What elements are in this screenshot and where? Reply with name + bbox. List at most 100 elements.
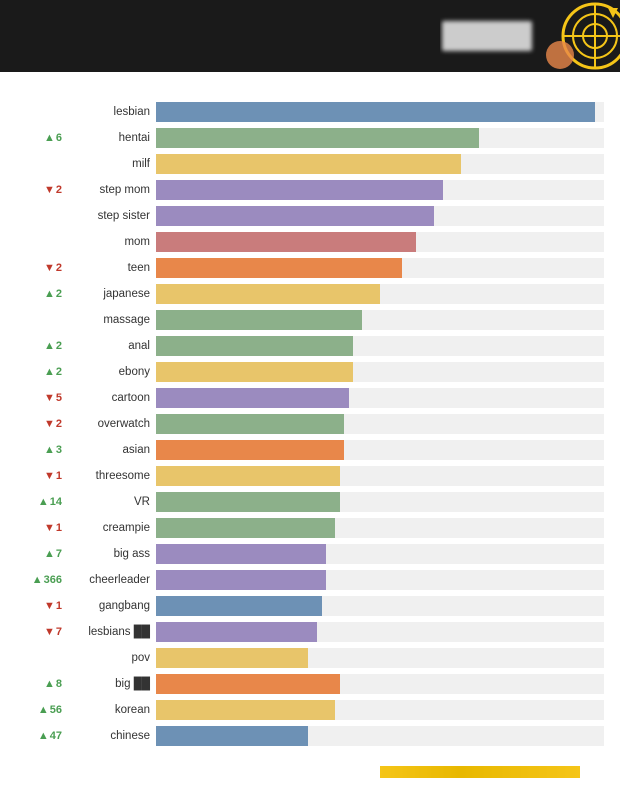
bar-row: korean [66, 698, 604, 722]
rank-number: 47 [50, 730, 62, 742]
bar-label: japanese [66, 288, 156, 300]
rank-number: 6 [56, 132, 62, 144]
rank-item: 2 [18, 412, 66, 436]
bar-container [156, 180, 604, 200]
bar-row: milf [66, 152, 604, 176]
bar-label: lesbians ██ [66, 626, 156, 638]
header-right [440, 0, 620, 72]
bar-fill [156, 700, 335, 720]
rank-number: 1 [56, 522, 62, 534]
bar-row: asian [66, 438, 604, 462]
chart-area: 622222523114173661785647 lesbianhentaimi… [0, 100, 620, 766]
up-arrow-icon [44, 340, 56, 352]
bar-container [156, 206, 604, 226]
bar-label: step sister [66, 210, 156, 222]
up-arrow-icon [44, 444, 56, 456]
rank-item [18, 646, 66, 670]
up-arrow-icon [44, 678, 56, 690]
bar-label: pov [66, 652, 156, 664]
up-arrow-icon [38, 704, 50, 716]
bar-label: big ass [66, 548, 156, 560]
bar-fill [156, 102, 595, 122]
bar-fill [156, 128, 479, 148]
title-section [0, 72, 620, 100]
bar-fill [156, 362, 353, 382]
bar-row: mom [66, 230, 604, 254]
bar-fill [156, 518, 335, 538]
bar-row: chinese [66, 724, 604, 748]
rank-item: 2 [18, 256, 66, 280]
bar-fill [156, 414, 344, 434]
bar-row: threesome [66, 464, 604, 488]
bar-container [156, 102, 604, 122]
bar-container [156, 362, 604, 382]
rank-item: 2 [18, 178, 66, 202]
rank-number: 1 [56, 600, 62, 612]
bar-row: big ass [66, 542, 604, 566]
rank-item [18, 204, 66, 228]
bar-row: creampie [66, 516, 604, 540]
bar-row: massage [66, 308, 604, 332]
rank-item: 2 [18, 282, 66, 306]
bar-fill [156, 180, 443, 200]
header-blur-box [442, 21, 532, 51]
bar-fill [156, 154, 461, 174]
bar-label: cartoon [66, 392, 156, 404]
down-arrow-icon [44, 262, 56, 274]
bar-label: teen [66, 262, 156, 274]
rank-item: 56 [18, 698, 66, 722]
rank-number: 56 [50, 704, 62, 716]
bar-fill [156, 596, 322, 616]
down-arrow-icon [44, 470, 56, 482]
up-arrow-icon [44, 288, 56, 300]
bar-container [156, 674, 604, 694]
rank-number: 2 [56, 340, 62, 352]
bar-container [156, 154, 604, 174]
rank-number: 2 [56, 288, 62, 300]
bar-label: creampie [66, 522, 156, 534]
rank-item: 1 [18, 516, 66, 540]
bar-fill [156, 440, 344, 460]
bar-container [156, 440, 604, 460]
bar-row: japanese [66, 282, 604, 306]
down-arrow-icon [44, 600, 56, 612]
rank-number: 2 [56, 184, 62, 196]
up-arrow-icon [38, 730, 50, 742]
bar-label: step mom [66, 184, 156, 196]
bar-row: ebony [66, 360, 604, 384]
bar-label: overwatch [66, 418, 156, 430]
rank-item: 1 [18, 594, 66, 618]
bar-fill [156, 388, 349, 408]
rank-number: 2 [56, 262, 62, 274]
bar-fill [156, 466, 340, 486]
bar-fill [156, 284, 380, 304]
bar-fill [156, 258, 402, 278]
bar-row: cheerleader [66, 568, 604, 592]
bar-fill [156, 570, 326, 590]
up-arrow-icon [38, 496, 50, 508]
bar-row: step mom [66, 178, 604, 202]
bar-row: VR [66, 490, 604, 514]
rank-item [18, 152, 66, 176]
rank-item: 7 [18, 620, 66, 644]
bar-fill [156, 622, 317, 642]
rank-number: 2 [56, 418, 62, 430]
bar-row: overwatch [66, 412, 604, 436]
bar-container [156, 258, 604, 278]
bar-label: VR [66, 496, 156, 508]
bar-container [156, 492, 604, 512]
rank-number: 1 [56, 470, 62, 482]
bar-fill [156, 206, 434, 226]
bar-row: cartoon [66, 386, 604, 410]
rank-item [18, 308, 66, 332]
rank-item: 6 [18, 126, 66, 150]
rank-number: 2 [56, 366, 62, 378]
rank-column: 622222523114173661785647 [18, 100, 66, 750]
bar-label: lesbian [66, 106, 156, 118]
rank-item: 366 [18, 568, 66, 592]
bar-label: korean [66, 704, 156, 716]
rank-item: 5 [18, 386, 66, 410]
rank-item: 2 [18, 360, 66, 384]
bar-container [156, 388, 604, 408]
down-arrow-icon [44, 626, 56, 638]
